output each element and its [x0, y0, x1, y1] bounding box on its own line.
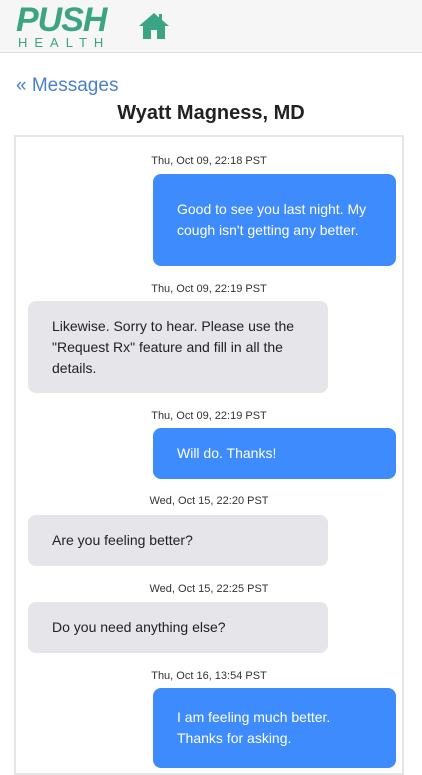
message-thread[interactable]: Thu, Oct 09, 22:18 PST Good to see you l…: [14, 135, 404, 775]
back-to-messages-link[interactable]: « Messages: [16, 75, 118, 97]
message-bubble-outgoing: Good to see you last night. My cough isn…: [153, 174, 396, 266]
message-bubble-outgoing: Will do. Thanks!: [153, 428, 396, 479]
push-health-logo[interactable]: PUSH HEALTH: [16, 1, 111, 50]
logo-subtitle: HEALTH: [18, 35, 111, 50]
page-title: Wyatt Magness, MD: [117, 102, 305, 124]
logo-wordmark: PUSH: [16, 1, 107, 39]
message-bubble-outgoing: I am feeling much better. Thanks for ask…: [153, 688, 396, 768]
top-bar: PUSH HEALTH: [0, 0, 422, 53]
home-button[interactable]: [137, 11, 171, 41]
message-timestamp: Wed, Oct 15, 22:25 PST: [149, 583, 269, 595]
home-icon: [139, 13, 169, 39]
message-text: Good to see you last night. My cough isn…: [177, 201, 367, 238]
message-bubble-incoming: Are you feeling better?: [28, 515, 328, 566]
message-timestamp: Thu, Oct 16, 13:54 PST: [151, 670, 267, 682]
message-text: Are you feeling better?: [52, 532, 193, 548]
message-timestamp: Thu, Oct 09, 22:19 PST: [151, 410, 267, 422]
message-timestamp: Thu, Oct 09, 22:18 PST: [151, 155, 267, 167]
message-bubble-incoming: Likewise. Sorry to hear. Please use the …: [28, 301, 328, 393]
message-text: Will do. Thanks!: [177, 445, 277, 461]
message-text: Do you need anything else?: [52, 619, 226, 635]
message-text: I am feeling much better. Thanks for ask…: [177, 709, 331, 746]
message-bubble-incoming: Do you need anything else?: [28, 602, 328, 653]
message-text: Likewise. Sorry to hear. Please use the …: [52, 317, 295, 376]
message-timestamp: Wed, Oct 15, 22:20 PST: [149, 495, 269, 507]
message-timestamp: Thu, Oct 09, 22:19 PST: [151, 283, 267, 295]
